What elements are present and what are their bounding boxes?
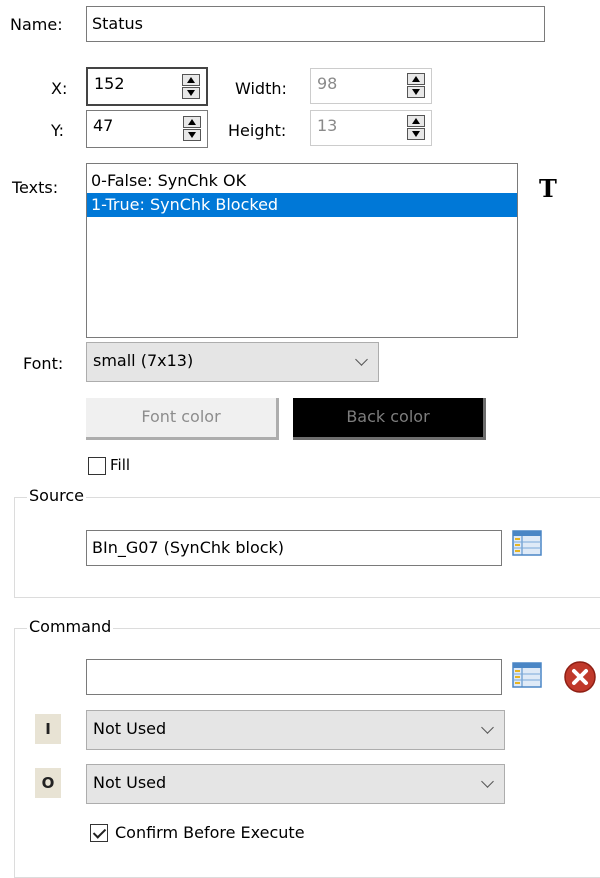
width-value: 98 [317,74,338,93]
spin-down-icon[interactable] [183,129,201,141]
x-value: 152 [94,74,125,93]
source-group-title: Source [27,486,86,505]
source-input[interactable]: BIn_G07 (SynChk block) [86,530,502,566]
spin-down-icon[interactable] [182,87,200,99]
texts-label: Texts: [12,178,59,197]
font-dropdown[interactable]: small (7x13) [86,342,379,382]
command-input[interactable] [86,659,502,695]
y-label: Y: [51,121,65,140]
texts-listbox[interactable]: 0-False: SynChk OK 1-True: SynChk Blocke… [86,163,518,338]
height-label: Height: [228,121,287,140]
fill-checkbox[interactable] [88,457,106,475]
font-dropdown-value: small (7x13) [93,351,194,370]
chevron-down-icon [481,775,494,788]
spin-up-icon [407,73,425,85]
width-label: Width: [235,79,287,98]
height-spin-buttons [407,115,425,141]
confirm-label: Confirm Before Execute [115,823,305,842]
spin-up-icon[interactable] [183,116,201,128]
table-browse-icon[interactable] [512,662,542,688]
y-spin-buttons[interactable] [183,116,201,142]
chevron-down-icon [355,353,368,366]
confirm-checkbox[interactable] [90,824,108,842]
spin-up-icon [407,115,425,127]
text-t-icon[interactable]: T [539,174,557,203]
width-spin-buttons [407,73,425,99]
name-label: Name: [10,15,63,34]
output-dropdown[interactable]: Not Used [86,764,505,804]
width-spinner: 98 [310,68,432,104]
name-input[interactable]: Status [86,6,545,42]
x-spin-buttons[interactable] [182,74,200,100]
input-badge: I [35,714,61,744]
list-item[interactable]: 1-True: SynChk Blocked [87,193,517,217]
back-color-button[interactable]: Back color [293,398,486,440]
fill-label: Fill [110,456,131,474]
x-spinner[interactable]: 152 [86,67,208,106]
spin-up-icon[interactable] [182,74,200,86]
font-label: Font: [23,354,64,373]
y-spinner[interactable]: 47 [86,110,208,148]
list-item[interactable]: 0-False: SynChk OK [87,169,517,193]
chevron-down-icon [481,721,494,734]
spin-down-icon [407,128,425,140]
input-dropdown[interactable]: Not Used [86,710,505,750]
command-group-title: Command [27,617,114,636]
spin-down-icon [407,86,425,98]
height-spinner: 13 [310,110,432,146]
input-dropdown-value: Not Used [93,719,167,738]
height-value: 13 [317,116,338,135]
clear-x-icon[interactable] [563,660,597,694]
table-browse-icon[interactable] [512,530,542,556]
font-color-button[interactable]: Font color [86,398,279,440]
x-label: X: [51,79,68,98]
output-badge: O [35,768,61,798]
output-dropdown-value: Not Used [93,773,167,792]
y-value: 47 [93,116,114,135]
